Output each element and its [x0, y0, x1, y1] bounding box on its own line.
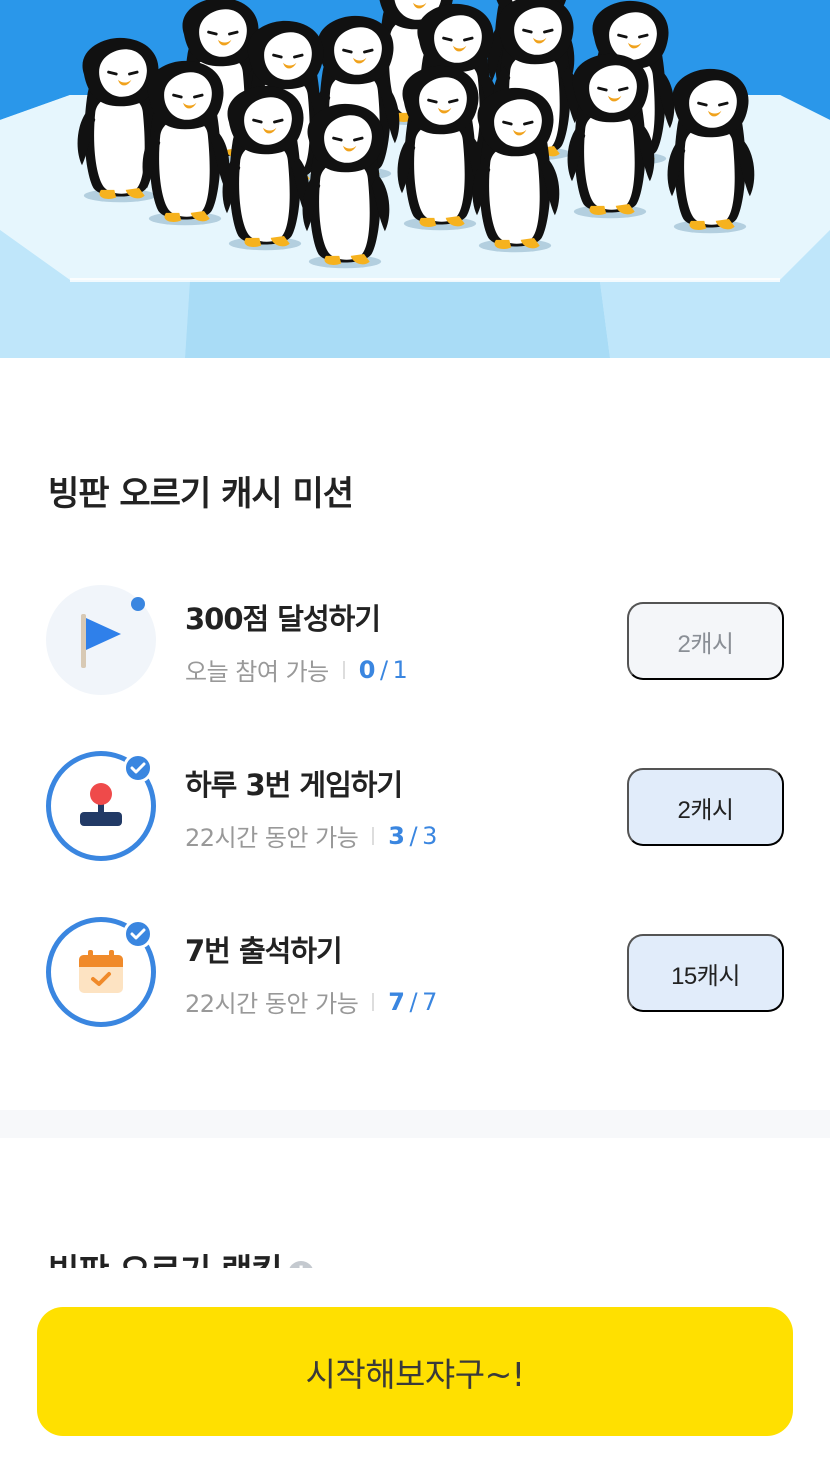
separator	[372, 992, 375, 1011]
mission-item-attend-7-times: 7번 출석하기 22시간 동안 가능 7/7 15캐시	[0, 912, 830, 1032]
mission-progress: 3/3	[388, 822, 437, 850]
mission-item-play-3-games: 하루 3번 게임하기 22시간 동안 가능 3/3 2캐시	[0, 746, 830, 866]
mission-meta: 22시간 동안 가능 3/3	[185, 818, 437, 853]
completed-check-icon	[123, 919, 153, 949]
mission-availability: 22시간 동안 가능	[185, 824, 359, 852]
reward-button[interactable]: 15캐시	[627, 934, 784, 1012]
joystick-icon	[80, 783, 122, 826]
mission-name: 300점 달성하기	[185, 602, 381, 636]
calendar-icon	[79, 950, 123, 993]
mission-meta: 오늘 참여 가능 0/1	[185, 652, 408, 687]
mission-name: 7번 출석하기	[185, 934, 343, 968]
separator	[372, 826, 375, 845]
progress-slash: /	[409, 821, 418, 850]
reward-button[interactable]: 2캐시	[627, 768, 784, 846]
mission-section-title: 빙판 오르기 캐시 미션	[48, 474, 354, 514]
mission-name: 하루 3번 게임하기	[185, 768, 403, 802]
progress-slash: /	[409, 987, 418, 1016]
reward-button[interactable]: 2캐시	[627, 602, 784, 680]
mission-item-300-points: 300점 달성하기 오늘 참여 가능 0/1 2캐시	[0, 580, 830, 700]
mission-availability: 오늘 참여 가능	[185, 658, 329, 686]
new-indicator-dot	[131, 597, 145, 611]
progress-current: 7	[388, 987, 405, 1016]
progress-total: 3	[422, 821, 437, 850]
progress-total: 7	[422, 987, 437, 1016]
mission-progress: 7/7	[388, 988, 437, 1016]
progress-total: 1	[392, 655, 408, 684]
flag-icon	[81, 614, 121, 668]
mission-availability: 22시간 동안 가능	[185, 990, 359, 1018]
mission-progress: 0/1	[359, 656, 408, 684]
mission-meta: 22시간 동안 가능 7/7	[185, 984, 437, 1019]
separator	[342, 660, 345, 679]
section-divider	[0, 1110, 830, 1138]
progress-current: 0	[358, 655, 376, 684]
start-game-button[interactable]: 시작해보쟈구~!	[37, 1307, 793, 1436]
completed-check-icon	[123, 753, 153, 783]
progress-slash: /	[379, 655, 388, 684]
hero-illustration	[0, 0, 830, 358]
progress-current: 3	[388, 821, 405, 850]
